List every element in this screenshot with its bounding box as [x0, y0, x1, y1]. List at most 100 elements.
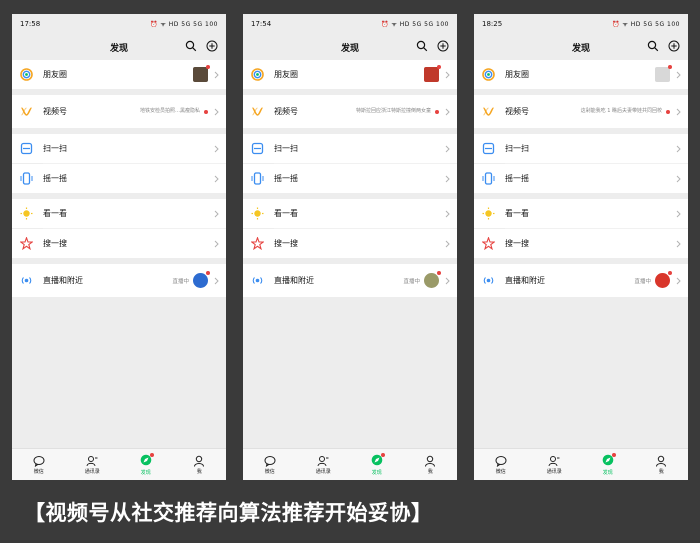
tab-bar: 微信 通讯录 发现 我 — [243, 448, 457, 480]
row-label: 搜一搜 — [274, 239, 298, 248]
add-icon[interactable] — [206, 40, 218, 52]
tab-label: 我 — [658, 468, 664, 475]
contacts-icon — [548, 455, 560, 466]
status-time: 17:54 — [251, 20, 272, 28]
chevron-right-icon — [676, 71, 681, 78]
tab-label: 通讯录 — [315, 468, 331, 475]
row-channels[interactable]: 视频号 这剁能我吃 1 瞧后夫妻带娃共同回校 — [474, 95, 688, 128]
shake-icon — [20, 172, 33, 185]
add-icon[interactable] — [668, 40, 680, 52]
tab-contacts[interactable]: 通讯录 — [534, 455, 574, 475]
row-moments[interactable]: 朋友圈 — [12, 60, 226, 89]
scan-icon — [482, 142, 495, 155]
row-scan[interactable]: 扫一扫 — [474, 134, 688, 163]
status-icons: ⏰ ᯤ HD 5G 5G 100 — [149, 21, 218, 28]
row-top-stories[interactable]: 看一看 — [12, 199, 226, 228]
tab-label: 微信 — [264, 468, 275, 475]
row-moments[interactable]: 朋友圈 — [474, 60, 688, 89]
search-icon[interactable] — [416, 40, 428, 52]
row-channels[interactable]: 视频号 特斯拉回应浙江特斯拉撞倒两女童 — [243, 95, 457, 128]
page-title: 发现 — [109, 43, 128, 54]
profile-icon — [425, 455, 436, 467]
row-live-nearby[interactable]: 直播和附近 直播中 — [243, 264, 457, 297]
live-nearby-icon — [251, 274, 264, 287]
moments-icon — [251, 68, 264, 81]
chevron-right-icon — [214, 277, 219, 284]
scan-icon — [251, 142, 264, 155]
chevron-right-icon — [445, 71, 450, 78]
row-live-nearby[interactable]: 直播和附近 直播中 — [12, 264, 226, 297]
row-search[interactable]: 搜一搜 — [474, 229, 688, 258]
row-search[interactable]: 搜一搜 — [243, 229, 457, 258]
tab-label: 我 — [196, 468, 202, 475]
tab-discover[interactable]: 发现 — [126, 452, 166, 476]
chevron-right-icon — [214, 71, 219, 78]
notification-dot — [435, 109, 439, 114]
tab-chats[interactable]: 微信 — [250, 455, 290, 475]
row-label: 扫一扫 — [274, 144, 298, 153]
tab-label: 发现 — [371, 469, 382, 476]
row-shake[interactable]: 摇一摇 — [474, 164, 688, 193]
contacts-icon — [317, 455, 329, 466]
chevron-right-icon — [214, 145, 219, 152]
tab-label: 微信 — [33, 468, 44, 475]
channels-preview-text: 地铁安检员拍照…黑瘦隐私 — [139, 108, 200, 114]
status-bar: 17:58 ⏰ ᯤ HD 5G 5G 100 — [12, 14, 226, 34]
chevron-right-icon — [214, 175, 219, 182]
row-label: 直播和附近 — [43, 276, 83, 285]
row-scan[interactable]: 扫一扫 — [243, 134, 457, 163]
tab-me[interactable]: 我 — [410, 455, 450, 475]
row-label: 视频号 — [274, 107, 298, 116]
row-label: 看一看 — [505, 209, 529, 218]
row-label: 看一看 — [274, 209, 298, 218]
tab-me[interactable]: 我 — [641, 455, 681, 475]
tab-label: 通讯录 — [546, 468, 562, 475]
tab-label: 发现 — [602, 469, 613, 476]
phone-screen-3: 18:25 ⏰ ᯤ HD 5G 5G 100 发现 朋友圈 视频号 这剁能我吃 … — [474, 14, 688, 480]
chevron-right-icon — [676, 145, 681, 152]
status-icons: ⏰ ᯤ HD 5G 5G 100 — [380, 21, 449, 28]
row-label: 朋友圈 — [43, 70, 67, 79]
moments-icon — [20, 68, 33, 81]
tab-contacts[interactable]: 通讯录 — [303, 455, 343, 475]
row-live-nearby[interactable]: 直播和附近 直播中 — [474, 264, 688, 297]
status-time: 18:25 — [482, 20, 503, 28]
chevron-right-icon — [676, 210, 681, 217]
live-nearby-icon — [482, 274, 495, 287]
profile-icon — [656, 455, 667, 467]
live-nearby-icon — [20, 274, 33, 287]
tab-contacts[interactable]: 通讯录 — [72, 455, 112, 475]
add-icon[interactable] — [437, 40, 449, 52]
row-top-stories[interactable]: 看一看 — [243, 199, 457, 228]
chevron-right-icon — [676, 277, 681, 284]
row-moments[interactable]: 朋友圈 — [243, 60, 457, 89]
tab-chats[interactable]: 微信 — [19, 455, 59, 475]
top-stories-icon — [482, 207, 495, 220]
search-icon[interactable] — [185, 40, 197, 52]
row-shake[interactable]: 摇一摇 — [12, 164, 226, 193]
row-channels[interactable]: 视频号 地铁安检员拍照…黑瘦隐私 — [12, 95, 226, 128]
tab-discover[interactable]: 发现 — [588, 452, 628, 476]
search-icon[interactable] — [647, 40, 659, 52]
row-label: 朋友圈 — [274, 70, 298, 79]
avatar — [424, 65, 441, 82]
status-bar: 18:25 ⏰ ᯤ HD 5G 5G 100 — [474, 14, 688, 34]
row-shake[interactable]: 摇一摇 — [243, 164, 457, 193]
moments-icon — [482, 68, 495, 81]
tab-bar: 微信 通讯录 发现 我 — [474, 448, 688, 480]
chat-icon — [264, 455, 276, 467]
row-search[interactable]: 搜一搜 — [12, 229, 226, 258]
channels-icon — [20, 105, 33, 118]
row-scan[interactable]: 扫一扫 — [12, 134, 226, 163]
row-label: 扫一扫 — [43, 144, 67, 153]
tab-chats[interactable]: 微信 — [481, 455, 521, 475]
tab-discover[interactable]: 发现 — [357, 452, 397, 476]
tab-label: 通讯录 — [84, 468, 100, 475]
avatar — [424, 271, 441, 288]
search-feature-icon — [20, 237, 33, 250]
row-label: 搜一搜 — [43, 239, 67, 248]
chevron-right-icon — [445, 210, 450, 217]
tab-me[interactable]: 我 — [179, 455, 219, 475]
shake-icon — [482, 172, 495, 185]
row-top-stories[interactable]: 看一看 — [474, 199, 688, 228]
